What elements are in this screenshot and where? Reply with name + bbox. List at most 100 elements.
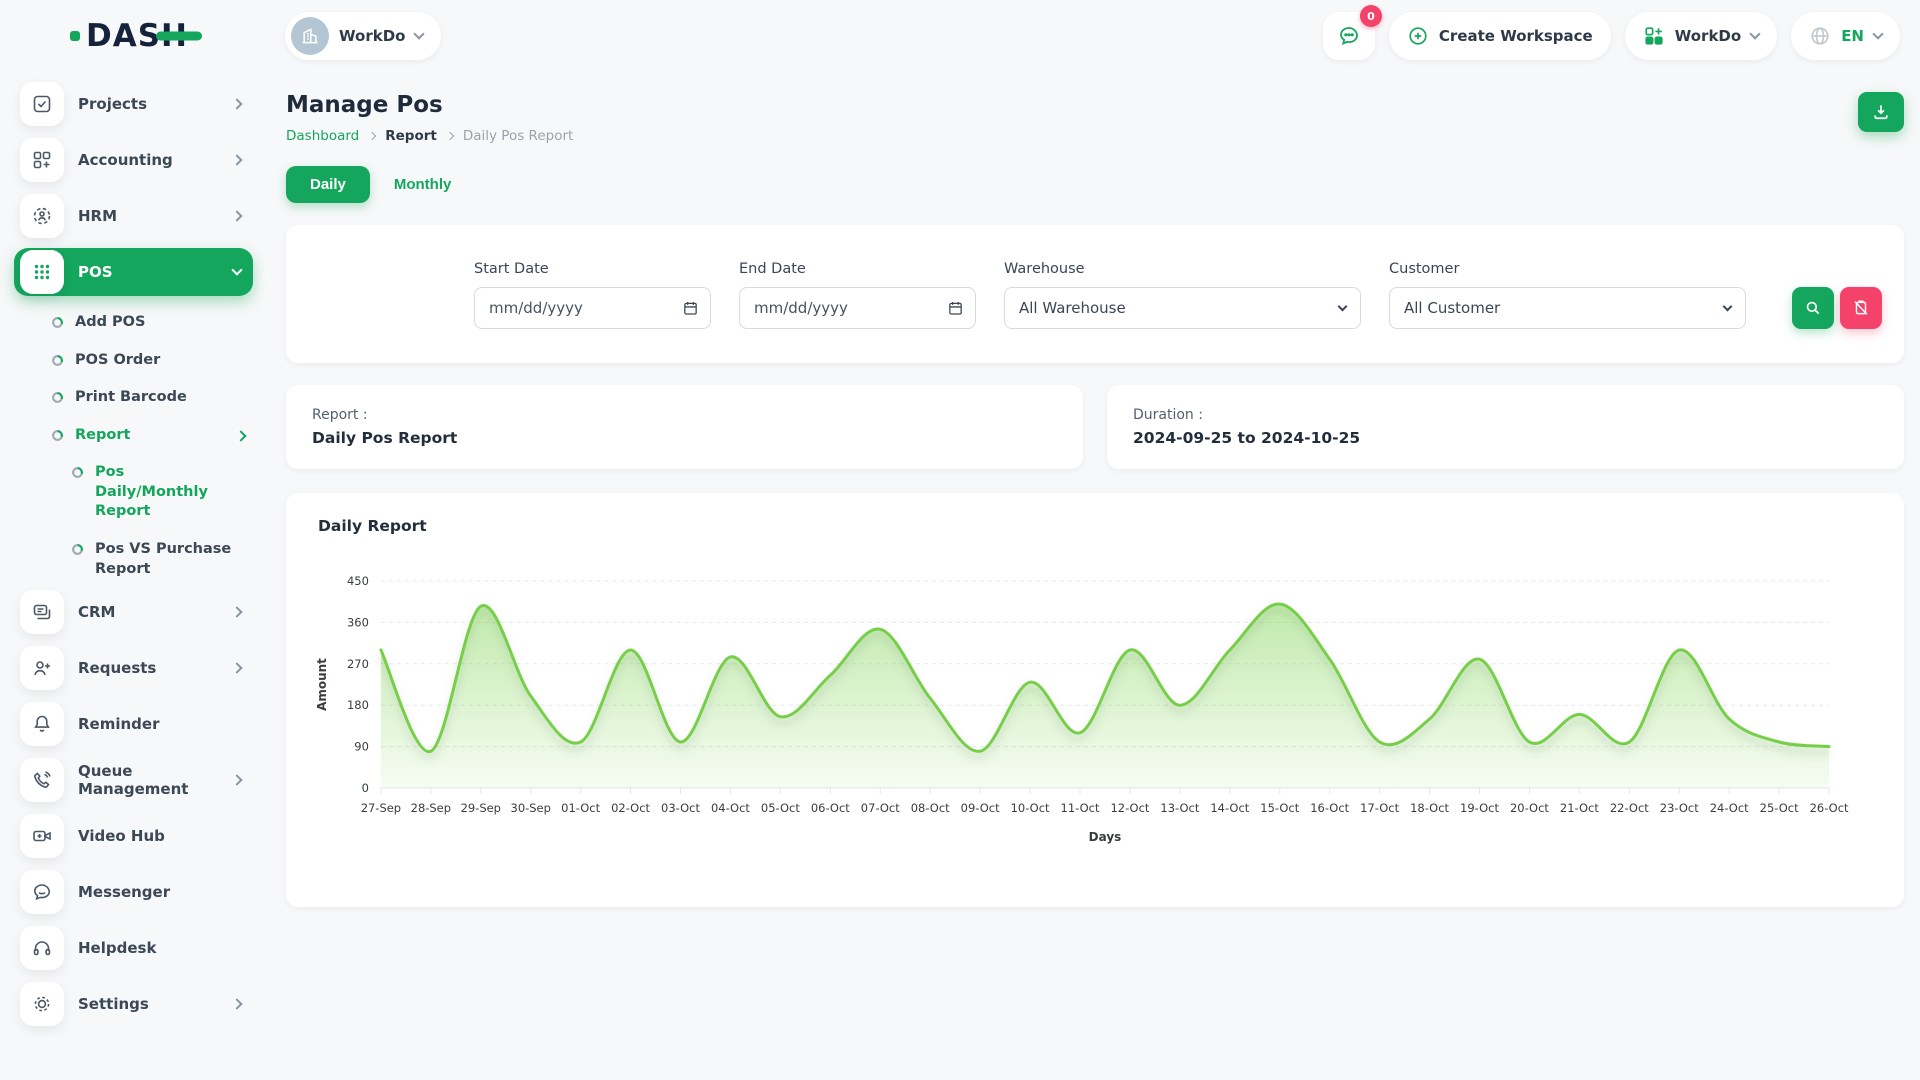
svg-text:26-Oct: 26-Oct <box>1810 801 1849 815</box>
tab-daily[interactable]: Daily <box>286 166 370 203</box>
svg-text:Amount: Amount <box>315 658 329 711</box>
svg-text:27-Sep: 27-Sep <box>361 801 401 815</box>
chat-icon <box>20 870 64 914</box>
svg-text:22-Oct: 22-Oct <box>1610 801 1649 815</box>
chevron-right-icon <box>231 154 242 165</box>
chevron-down-icon <box>1872 28 1883 39</box>
chevron-right-icon <box>368 132 376 140</box>
reset-filter-button[interactable] <box>1840 287 1882 329</box>
bullet-icon <box>72 467 83 478</box>
sidebar-item-print-barcode[interactable]: Print Barcode <box>14 379 253 417</box>
svg-text:25-Oct: 25-Oct <box>1760 801 1799 815</box>
workspace-menu-label: WorkDo <box>1675 27 1741 45</box>
sidebar-item-queue-management[interactable]: Queue Management <box>14 756 253 804</box>
chevron-right-icon <box>231 662 242 673</box>
sidebar-item-settings[interactable]: Settings <box>14 980 253 1028</box>
sidebar-item-pos-daily-monthly-report[interactable]: Pos Daily/Monthly Report <box>14 454 244 531</box>
grid-plus-icon <box>1643 25 1665 47</box>
customer-select[interactable]: All Customer <box>1389 287 1746 329</box>
svg-text:07-Oct: 07-Oct <box>861 801 900 815</box>
svg-text:28-Sep: 28-Sep <box>411 801 451 815</box>
messages-button[interactable]: 0 <box>1323 12 1375 60</box>
bullet-icon <box>72 544 83 555</box>
chevron-down-icon <box>1723 302 1733 312</box>
svg-text:11-Oct: 11-Oct <box>1061 801 1100 815</box>
chevron-right-icon <box>231 210 242 221</box>
user-plus-icon <box>20 646 64 690</box>
workspace-switcher[interactable]: WorkDo <box>285 12 441 60</box>
svg-text:08-Oct: 08-Oct <box>911 801 950 815</box>
bullet-icon <box>52 392 63 403</box>
svg-text:450: 450 <box>347 574 369 588</box>
breadcrumb-current: Daily Pos Report <box>463 128 573 144</box>
download-report-button[interactable] <box>1858 92 1904 132</box>
svg-text:20-Oct: 20-Oct <box>1510 801 1549 815</box>
sidebar-item-pos[interactable]: POS <box>14 248 253 296</box>
chevron-right-icon <box>231 606 242 617</box>
svg-text:30-Sep: 30-Sep <box>511 801 551 815</box>
sidebar-item-reminder[interactable]: Reminder <box>14 700 253 748</box>
svg-text:06-Oct: 06-Oct <box>811 801 850 815</box>
building-icon <box>300 26 320 46</box>
bullet-icon <box>52 430 63 441</box>
report-period-tabs: Daily Monthly <box>286 166 1904 203</box>
warehouse-label: Warehouse <box>1004 261 1361 277</box>
sidebar-item-pos-vs-purchase-report[interactable]: Pos VS Purchase Report <box>14 531 244 588</box>
svg-text:270: 270 <box>347 657 369 671</box>
breadcrumb: Dashboard Report Daily Pos Report <box>286 128 573 144</box>
chevron-right-icon <box>231 998 242 1009</box>
sidebar-item-report[interactable]: Report <box>14 417 253 455</box>
svg-text:01-Oct: 01-Oct <box>561 801 600 815</box>
phone-waves-icon <box>20 758 64 802</box>
filter-panel: Start Date End Date Warehouse All Wareho… <box>286 225 1904 363</box>
create-workspace-button[interactable]: Create Workspace <box>1389 12 1611 60</box>
tab-monthly[interactable]: Monthly <box>388 166 458 203</box>
chevron-down-icon <box>414 28 425 39</box>
svg-text:10-Oct: 10-Oct <box>1011 801 1050 815</box>
chevron-right-icon <box>446 132 454 140</box>
svg-text:15-Oct: 15-Oct <box>1260 801 1299 815</box>
sidebar-item-add-pos[interactable]: Add POS <box>14 304 253 342</box>
chevron-right-icon <box>231 98 242 109</box>
sidebar-item-crm[interactable]: CRM <box>14 588 253 636</box>
chart-title: Daily Report <box>306 517 1884 535</box>
sidebar-item-requests[interactable]: Requests <box>14 644 253 692</box>
svg-text:03-Oct: 03-Oct <box>661 801 700 815</box>
svg-text:21-Oct: 21-Oct <box>1560 801 1599 815</box>
download-icon <box>1871 102 1891 122</box>
breadcrumb-report[interactable]: Report <box>385 128 437 144</box>
warehouse-select[interactable]: All Warehouse <box>1004 287 1361 329</box>
apply-filter-button[interactable] <box>1792 287 1834 329</box>
workspace-avatar <box>291 17 329 55</box>
sidebar-item-video-hub[interactable]: Video Hub <box>14 812 253 860</box>
workspace-menu[interactable]: WorkDo <box>1625 12 1777 60</box>
accounting-icon <box>20 138 64 182</box>
globe-icon <box>1809 25 1831 47</box>
sidebar-item-pos-order[interactable]: POS Order <box>14 342 253 380</box>
crm-icon <box>20 590 64 634</box>
svg-text:90: 90 <box>354 740 369 754</box>
create-workspace-label: Create Workspace <box>1439 27 1593 45</box>
language-selector[interactable]: EN <box>1791 12 1900 60</box>
sidebar-item-helpdesk[interactable]: Helpdesk <box>14 924 253 972</box>
sidebar-item-messenger[interactable]: Messenger <box>14 868 253 916</box>
sidebar-item-projects[interactable]: Projects <box>14 80 253 128</box>
duration-label: Duration : <box>1133 407 1878 423</box>
logo-dot-icon <box>70 31 80 41</box>
breadcrumb-dashboard[interactable]: Dashboard <box>286 128 359 144</box>
app-logo[interactable]: DASH <box>70 21 188 52</box>
logo-bar-icon <box>156 32 202 41</box>
search-icon <box>1804 299 1822 317</box>
start-date-input[interactable] <box>474 287 711 329</box>
sidebar-item-hrm[interactable]: HRM <box>14 192 253 240</box>
sidebar-item-accounting[interactable]: Accounting <box>14 136 253 184</box>
sidebar: Projects Accounting HRM POS Add POS POS … <box>0 72 265 1080</box>
workspace-name: WorkDo <box>339 27 405 45</box>
customer-label: Customer <box>1389 261 1746 277</box>
language-code: EN <box>1841 27 1864 45</box>
chevron-right-icon <box>235 430 246 441</box>
chevron-down-icon <box>1750 28 1761 39</box>
svg-text:14-Oct: 14-Oct <box>1210 801 1249 815</box>
headphones-icon <box>20 926 64 970</box>
end-date-input[interactable] <box>739 287 976 329</box>
